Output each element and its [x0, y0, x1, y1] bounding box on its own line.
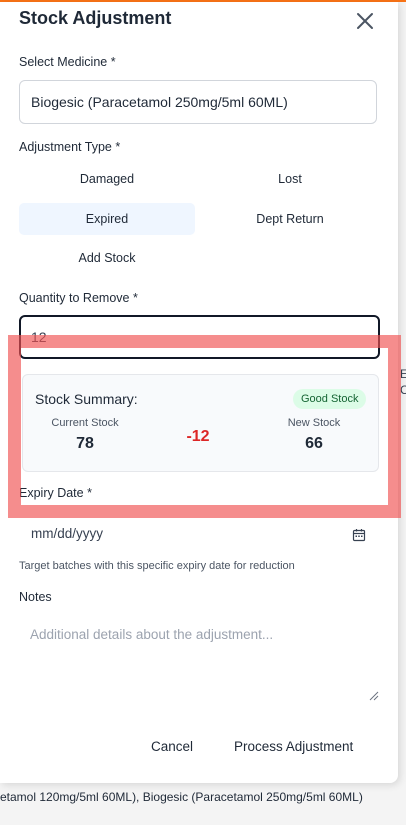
process-adjustment-button[interactable]: Process Adjustment [228, 734, 359, 760]
stock-adjustment-modal: Stock Adjustment Select Medicine * Bioge… [0, 2, 398, 783]
close-icon[interactable] [352, 8, 378, 34]
cancel-button[interactable]: Cancel [143, 734, 201, 760]
new-stock-value: 66 [305, 435, 323, 452]
quantity-input[interactable]: 12 [19, 315, 380, 359]
modal-title: Stock Adjustment [19, 8, 172, 28]
current-stock-value: 78 [76, 435, 94, 452]
stock-summary-title: Stock Summary: [35, 391, 138, 407]
expiry-help-text: Target batches with this specific expiry… [19, 560, 295, 572]
new-stock-label: New Stock [287, 417, 341, 429]
notes-textarea[interactable]: Additional details about the adjustment.… [19, 617, 379, 702]
expiry-date-input[interactable]: mm/dd/yyyy [19, 517, 379, 551]
adjustment-option-damaged[interactable]: Damaged [19, 163, 195, 195]
adjustment-option-add-stock[interactable]: Add Stock [19, 242, 195, 274]
notes-label: Notes [19, 590, 52, 604]
stock-summary-card: Stock Summary: Good Stock Current Stock … [22, 374, 379, 472]
background-peek-text: E C [400, 367, 406, 397]
adjustment-type-label: Adjustment Type * [19, 140, 121, 154]
quantity-label: Quantity to Remove * [19, 291, 138, 305]
adjustment-option-expired[interactable]: Expired [19, 203, 195, 235]
calendar-icon[interactable] [352, 528, 366, 542]
stock-status-badge: Good Stock [293, 389, 367, 409]
background-medicine-list: etamol 120mg/5ml 60ML), Biogesic (Parace… [0, 790, 363, 804]
current-stock-label: Current Stock [51, 417, 119, 429]
resize-handle-icon[interactable] [369, 691, 379, 701]
medicine-label: Select Medicine * [19, 55, 116, 69]
adjustment-option-dept-return[interactable]: Dept Return [202, 203, 378, 235]
expiry-date-label: Expiry Date * [19, 486, 92, 500]
stock-difference: -12 [186, 428, 210, 445]
adjustment-option-lost[interactable]: Lost [202, 163, 378, 195]
medicine-select[interactable]: Biogesic (Paracetamol 250mg/5ml 60ML) [19, 80, 377, 124]
